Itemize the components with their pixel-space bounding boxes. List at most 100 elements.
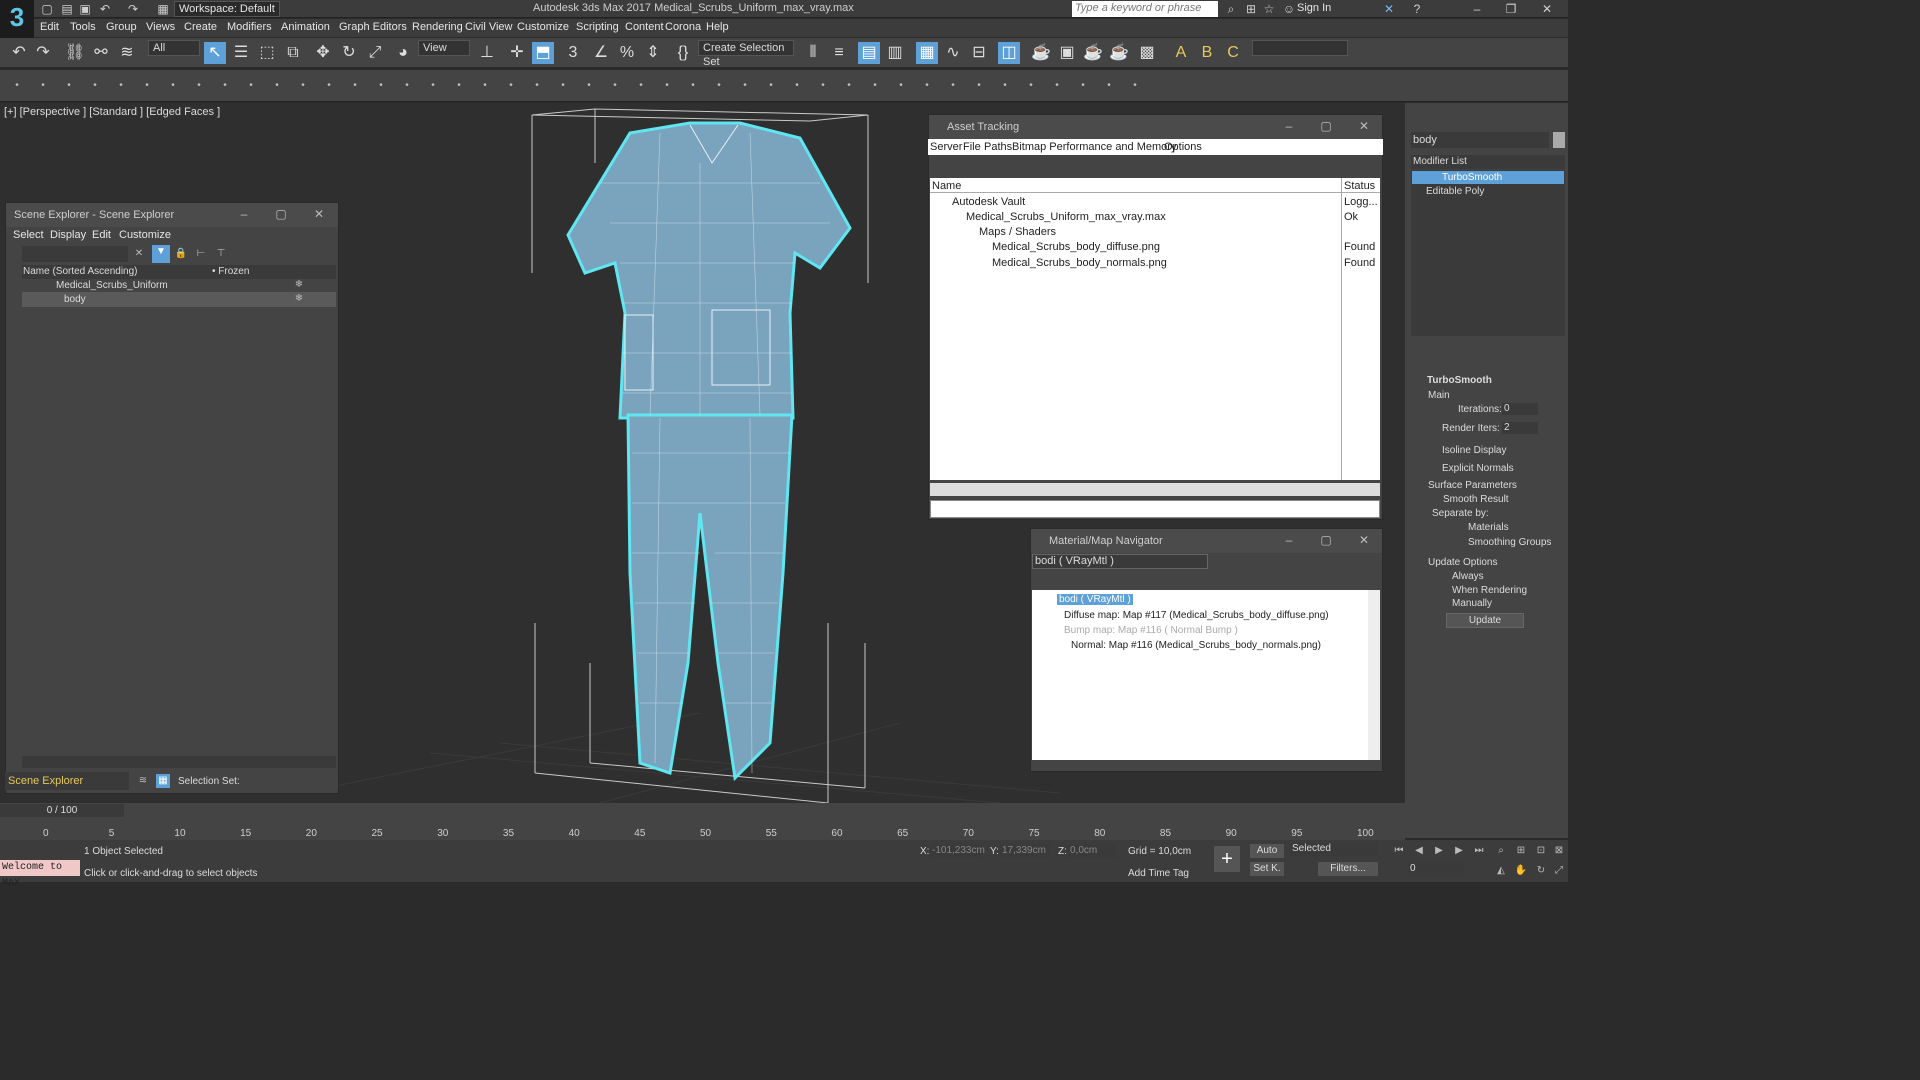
render-in-cloud-icon[interactable]: ▩: [1136, 42, 1158, 64]
update-button[interactable]: Update: [1446, 613, 1524, 628]
material-root[interactable]: bodi ( VRayMtl ): [1057, 594, 1133, 605]
ribbon-tool-icon[interactable]: •: [400, 79, 414, 93]
toggle-layer-explorer-icon[interactable]: ▥: [884, 42, 906, 64]
asset-menu-server[interactable]: Server: [930, 141, 962, 153]
select-by-name-icon[interactable]: ☰: [230, 42, 252, 64]
menu-animation[interactable]: Animation: [281, 21, 330, 33]
undo-icon[interactable]: ↶: [8, 42, 30, 64]
toggle-scene-explorer-icon[interactable]: ▤: [858, 42, 880, 64]
ribbon-tool-icon[interactable]: •: [348, 79, 362, 93]
percent-snap-icon[interactable]: %: [616, 42, 638, 64]
rotate-icon[interactable]: ↻: [338, 42, 360, 64]
close-icon[interactable]: ✕: [1357, 533, 1371, 547]
scene-search-input[interactable]: [22, 246, 128, 262]
user-icon[interactable]: ☺: [1282, 2, 1296, 16]
ribbon-tool-icon[interactable]: •: [556, 79, 570, 93]
menu-modifiers[interactable]: Modifiers: [227, 21, 272, 33]
redo-icon[interactable]: ↷: [32, 42, 54, 64]
asset-menu-bitmap[interactable]: Bitmap Performance and Memory: [1012, 141, 1176, 153]
subscription-icon[interactable]: ⊞: [1244, 2, 1258, 16]
menu-corona[interactable]: Corona: [665, 21, 701, 33]
zoom-all-icon[interactable]: ⊞: [1514, 844, 1528, 858]
scene-row-medical-scrubs[interactable]: Medical_Scrubs_Uniform: [22, 278, 336, 293]
menu-edit[interactable]: Edit: [40, 21, 59, 33]
schematic-view-icon[interactable]: ⊟: [968, 42, 990, 64]
menu-scripting[interactable]: Scripting: [576, 21, 619, 33]
asset-path-field[interactable]: [930, 500, 1380, 518]
ribbon-tool-icon[interactable]: •: [660, 79, 674, 93]
app-logo[interactable]: 3: [0, 0, 34, 38]
vray-c-icon[interactable]: C: [1222, 42, 1244, 64]
layers-icon[interactable]: ≋: [136, 774, 150, 788]
help-icon[interactable]: ?: [1410, 2, 1424, 16]
ribbon-tool-icon[interactable]: •: [608, 79, 622, 93]
asset-menu-paths[interactable]: Paths: [984, 141, 1012, 153]
binoculars-icon[interactable]: ⌕: [1224, 2, 1238, 16]
redo-icon[interactable]: ↷: [126, 2, 140, 16]
scene-explorer-hscrollbar[interactable]: [22, 756, 336, 768]
close-icon[interactable]: ✕: [1540, 2, 1554, 16]
menu-graph-editors[interactable]: Graph Editors: [339, 21, 407, 33]
ribbon-tool-icon[interactable]: •: [686, 79, 700, 93]
asset-menu-options[interactable]: Options: [1164, 141, 1202, 153]
asset-row-name[interactable]: Medical_Scrubs_body_normals.png: [992, 257, 1167, 269]
ribbon-tool-icon[interactable]: •: [972, 79, 986, 93]
ribbon-tool-icon[interactable]: •: [1076, 79, 1090, 93]
time-slider[interactable]: 0 / 100: [0, 804, 124, 817]
materials-checkbox[interactable]: Materials: [1468, 522, 1509, 533]
close-icon[interactable]: ✕: [1357, 119, 1371, 133]
frozen-icon[interactable]: ❄: [292, 292, 306, 306]
explicit-normals-checkbox[interactable]: Explicit Normals: [1442, 463, 1514, 474]
select-object-icon[interactable]: ↖: [204, 42, 226, 64]
curve-editor-icon[interactable]: ∿: [942, 42, 964, 64]
ribbon-tool-icon[interactable]: •: [478, 79, 492, 93]
snaps-toggle-icon[interactable]: 3: [562, 42, 584, 64]
scene-explorer-selector[interactable]: Scene Explorer: [5, 772, 129, 790]
pan-icon[interactable]: ✋: [1514, 864, 1528, 878]
render-iters-spinner[interactable]: 2: [1502, 422, 1538, 434]
asset-row-name[interactable]: Autodesk Vault: [952, 196, 1025, 208]
save-file-icon[interactable]: ▣: [78, 2, 92, 16]
ribbon-tool-icon[interactable]: •: [322, 79, 336, 93]
window-crossing-icon[interactable]: ⧉: [282, 42, 304, 64]
asset-row-name[interactable]: Medical_Scrubs_body_diffuse.png: [992, 241, 1160, 253]
material-editor-icon[interactable]: ◫: [998, 42, 1020, 64]
move-icon[interactable]: ✥: [312, 42, 334, 64]
select-manipulate-icon[interactable]: ✛: [506, 42, 528, 64]
new-file-icon[interactable]: ▢: [40, 2, 54, 16]
ribbon-tool-icon[interactable]: •: [452, 79, 466, 93]
link-icon[interactable]: ⛓: [64, 42, 86, 64]
menu-group[interactable]: Group: [106, 21, 137, 33]
scene-explorer-menu-edit[interactable]: Edit: [92, 229, 111, 241]
material-item-diffuse[interactable]: Diffuse map: Map #117 (Medical_Scrubs_bo…: [1064, 610, 1329, 621]
play-icon[interactable]: ▶: [1432, 844, 1446, 858]
ribbon-tool-icon[interactable]: •: [504, 79, 518, 93]
selection-set-icon[interactable]: ▦: [156, 774, 170, 788]
maximize-viewport-icon[interactable]: ⤢: [1552, 864, 1566, 878]
object-color-swatch[interactable]: [1553, 132, 1565, 148]
toggle-ribbon-icon[interactable]: ▦: [916, 42, 938, 64]
zoom-extents-all-icon[interactable]: ⊠: [1552, 844, 1566, 858]
ribbon-tool-icon[interactable]: •: [946, 79, 960, 93]
smoothing-groups-checkbox[interactable]: Smoothing Groups: [1468, 537, 1551, 548]
ribbon-tool-icon[interactable]: •: [790, 79, 804, 93]
column-frozen-header[interactable]: • Frozen: [212, 266, 249, 277]
scene-row-body[interactable]: body: [22, 292, 336, 307]
align-icon[interactable]: ≡: [828, 42, 850, 64]
render-production-icon[interactable]: ☕: [1082, 42, 1104, 64]
zoom-icon[interactable]: ⌕: [1494, 844, 1508, 858]
rect-selection-icon[interactable]: ⬚: [256, 42, 278, 64]
workspace-dropdown[interactable]: Workspace: Default: [174, 1, 280, 17]
ribbon-tool-icon[interactable]: •: [894, 79, 908, 93]
go-to-start-icon[interactable]: ⏮: [1392, 844, 1406, 858]
ribbon-tool-icon[interactable]: •: [1128, 79, 1142, 93]
ribbon-tool-icon[interactable]: •: [10, 79, 24, 93]
ribbon-tool-icon[interactable]: •: [530, 79, 544, 93]
vray-frame-buffer-icon[interactable]: A: [1170, 42, 1192, 64]
asset-row-name[interactable]: Medical_Scrubs_Uniform_max_vray.max: [966, 211, 1166, 223]
key-filter-dropdown[interactable]: Selected: [1290, 843, 1378, 856]
named-selection-set-dropdown[interactable]: Create Selection Set: [698, 40, 794, 68]
filter-icon[interactable]: ▼: [152, 245, 170, 263]
frozen-icon[interactable]: ❄: [292, 278, 306, 292]
undo-icon[interactable]: ↶: [98, 2, 112, 16]
